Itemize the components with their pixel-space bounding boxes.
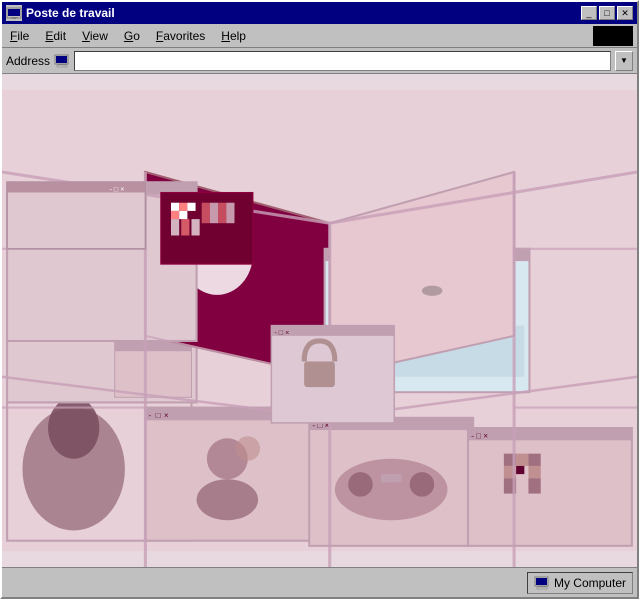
address-label: Address (6, 54, 50, 68)
main-window: Poste de travail _ □ ✕ File Edit View Go… (0, 0, 639, 599)
svg-text:- □ ×: - □ × (274, 329, 289, 337)
status-label: My Computer (554, 576, 626, 590)
minimize-button[interactable]: _ (581, 6, 597, 20)
address-bar: Address ▼ (2, 48, 637, 74)
window-title: Poste de travail (26, 6, 115, 20)
status-bar: My Computer (2, 567, 637, 597)
title-buttons: _ □ ✕ (581, 6, 633, 20)
menu-help[interactable]: Help (213, 27, 254, 45)
title-bar-left: Poste de travail (6, 5, 115, 21)
window-icon (6, 5, 22, 21)
content-area: - □ × - □ × - □ × (2, 74, 637, 567)
svg-text:- □ ×: - □ × (110, 185, 125, 193)
menu-bar: File Edit View Go Favorites Help (2, 24, 637, 48)
menu-edit[interactable]: Edit (37, 27, 74, 45)
title-bar: Poste de travail _ □ ✕ (2, 2, 637, 24)
menu-bar-logo (593, 26, 633, 46)
svg-text:□: □ (156, 411, 161, 420)
address-input-box[interactable] (74, 51, 611, 71)
status-my-computer: My Computer (527, 572, 633, 594)
menu-bar-items: File Edit View Go Favorites Help (2, 27, 593, 45)
maximize-button[interactable]: □ (599, 6, 615, 20)
address-dropdown-button[interactable]: ▼ (615, 51, 633, 71)
menu-favorites[interactable]: Favorites (148, 27, 213, 45)
svg-text:- □ ×: - □ × (471, 431, 488, 440)
status-computer-icon (534, 575, 550, 591)
menu-view[interactable]: View (74, 27, 116, 45)
address-computer-icon (54, 53, 70, 69)
menu-file[interactable]: File (2, 27, 37, 45)
menu-go[interactable]: Go (116, 27, 148, 45)
svg-text:×: × (164, 411, 169, 420)
svg-text:-: - (148, 411, 151, 420)
close-button[interactable]: ✕ (617, 6, 633, 20)
cube-artwork: - □ × - □ × - □ × (2, 74, 637, 567)
